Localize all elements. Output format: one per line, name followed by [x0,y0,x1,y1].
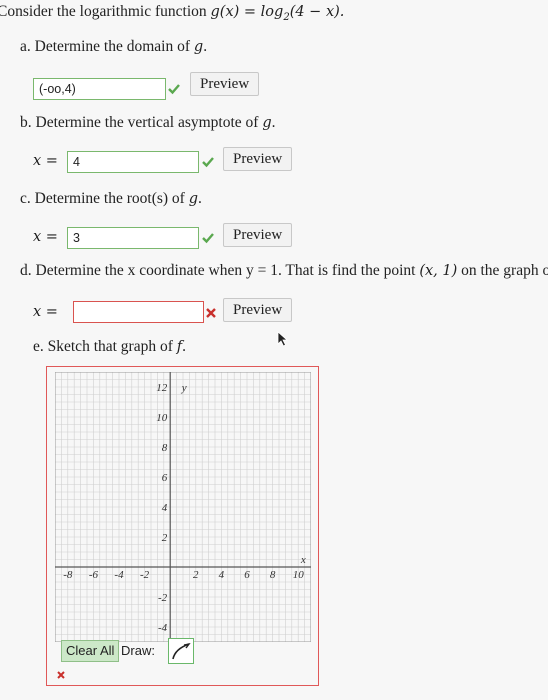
x-tick-label: 4 [219,569,225,581]
part-b-question: b. Determine the vertical asymptote of g… [20,114,276,131]
y-tick-label: 10 [156,412,168,424]
y-tick-label: -4 [158,622,168,634]
check-icon [202,233,214,244]
graph-status-x-icon [57,671,65,679]
part-d-question: d. Determine the x coordinate when y = 1… [20,262,548,279]
part-a-question: a. Determine the domain of g. [20,38,208,55]
x-mark-icon [206,308,216,318]
part-c-prefix: x = [33,229,58,245]
part-c-question: c. Determine the root(s) of g. [20,190,202,207]
x-tick-label: -8 [63,569,73,581]
part-a-answer-field[interactable]: (-oo,4) [33,78,166,100]
y-tick-label: -2 [158,592,168,604]
draw-label: Draw: [121,643,155,658]
part-c-preview-button[interactable]: Preview [223,223,293,247]
y-tick-label: 4 [162,502,168,514]
part-d-prefix: x = [33,304,58,320]
x-tick-label: 10 [293,569,305,581]
part-d-answer-field[interactable] [73,301,204,323]
graph-canvas[interactable]: -8 -6 -4 -2 2 4 6 8 10 12 10 8 6 4 2 -2 -4 x y [55,372,311,642]
y-axis-label: y [181,382,187,394]
graph-widget: -8 -6 -4 -2 2 4 6 8 10 12 10 8 6 4 2 -2 -4 x y Clear All D… [46,366,319,686]
x-tick-label: -4 [114,569,124,581]
y-tick-label: 6 [162,472,168,484]
x-axis-label: x [300,554,306,566]
log-curve-icon [172,642,191,660]
problem-statement: Consider the logarithmic function g(x) =… [0,3,345,23]
part-c-answer-field[interactable]: 3 [67,227,199,249]
y-tick-label: 12 [156,382,168,394]
x-tick-label: -6 [89,569,99,581]
x-tick-label: 8 [270,569,276,581]
x-tick-label: 2 [193,569,199,581]
part-b-prefix: x = [33,153,58,169]
part-b-preview-button[interactable]: Preview [223,147,293,171]
x-tick-label: -2 [140,569,150,581]
mouse-cursor-icon [277,331,289,347]
part-d-preview-button[interactable]: Preview [223,298,293,322]
x-tick-label: 6 [244,569,250,581]
check-icon [168,84,180,95]
check-icon [202,157,214,168]
part-a-preview-button[interactable]: Preview [190,72,260,96]
y-tick-label: 2 [162,532,168,544]
log-curve-tool-button[interactable] [168,638,194,664]
part-b-answer-field[interactable]: 4 [67,151,199,173]
function-definition: g(x) = log2(4 − x). [210,4,345,23]
clear-all-button[interactable]: Clear All [61,640,120,662]
part-e-question: e. Sketch that graph of f. [33,338,187,355]
y-tick-label: 8 [162,442,168,454]
